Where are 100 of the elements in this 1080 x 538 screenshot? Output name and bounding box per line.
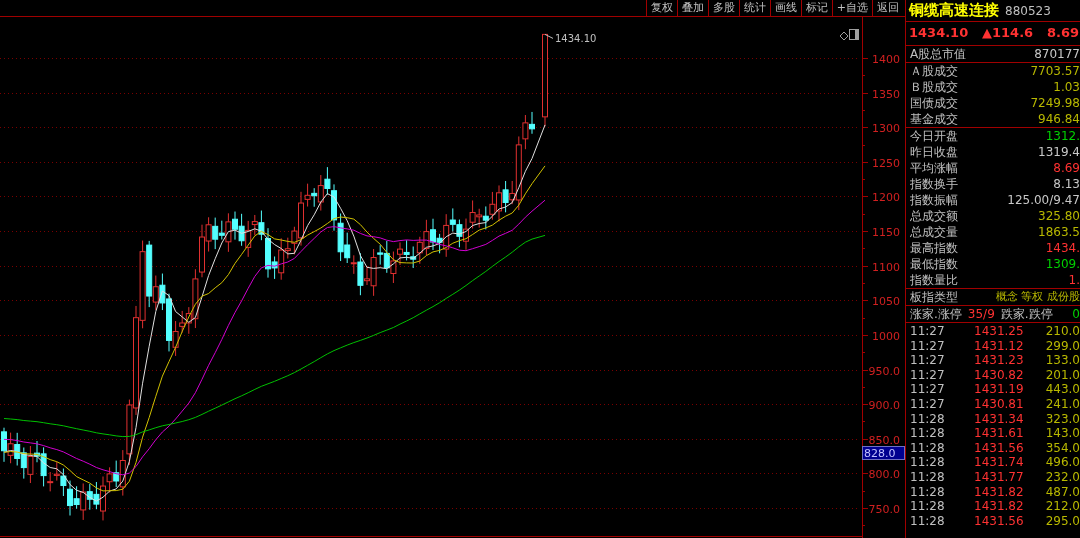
axis-label: 900.0 <box>868 398 900 412</box>
price-marker: 828.0 <box>862 446 905 460</box>
stat-label: 指数振幅 <box>910 192 958 208</box>
stat-value: 125.00/9.47 <box>1007 192 1080 208</box>
index-code: 880523 <box>1005 3 1051 19</box>
stat-value: 1. <box>1068 272 1080 288</box>
axis-label: 1300 <box>872 121 900 135</box>
tick-price: 1431.74 <box>974 455 1025 470</box>
axis-label: 1000 <box>872 329 900 343</box>
tick-price: 1431.34 <box>974 411 1025 427</box>
leader-line <box>544 33 554 39</box>
stat-value: 概念 等权 成份股 <box>996 289 1080 305</box>
change-value: ▲114.6 <box>982 25 1034 42</box>
stat-value: 325.80 <box>1038 208 1080 224</box>
stat-value: 1.03 <box>1053 79 1080 95</box>
high-price-label: 1434.10 <box>555 33 597 45</box>
stat-value: 7249.98 <box>1030 95 1080 111</box>
stat-label: Ａ股成交 <box>910 63 958 79</box>
tick-volume: 496.0 <box>1045 455 1080 470</box>
stat-value: 35/9 <box>967 306 995 322</box>
toolbar-button[interactable]: 统计 <box>738 0 770 16</box>
axis-label: 1050 <box>872 294 900 308</box>
tick-price: 1431.82 <box>974 499 1025 514</box>
panel-toggle-icon[interactable] <box>849 29 859 40</box>
toolbar-button[interactable]: 叠加 <box>676 0 708 16</box>
tick-volume: 323.0 <box>1045 411 1080 427</box>
stat-value: 870177 <box>1034 46 1080 62</box>
stat-value: 8.13 <box>1053 176 1080 192</box>
tick-price: 1430.81 <box>974 396 1025 412</box>
toolbar-button[interactable]: 多股 <box>707 0 739 16</box>
change-percent: 8.69 <box>1046 25 1079 42</box>
stat-label: 昨日收盘 <box>910 144 958 160</box>
tick-volume: 487.0 <box>1045 484 1080 500</box>
diamond-icon[interactable] <box>839 31 849 41</box>
toolbar-button[interactable]: 返回 <box>872 0 903 16</box>
tick-time: 11:27 <box>910 324 946 339</box>
toolbar-button[interactable]: 标记 <box>800 0 832 16</box>
index-name: 铜缆高速连接 <box>909 1 999 19</box>
stat-value: 946.84 <box>1038 111 1080 127</box>
axis-label: 1400 <box>872 52 900 66</box>
stat-label: 指数量比 <box>910 272 958 288</box>
tick-volume: 443.0 <box>1045 382 1080 397</box>
tick-price: 1431.12 <box>974 338 1025 354</box>
stat-label: Ｂ股成交 <box>910 79 958 95</box>
axis-label: 1250 <box>872 156 900 170</box>
tick-volume: 201.0 <box>1045 367 1080 383</box>
toolbar-button[interactable]: 复权 <box>645 0 677 16</box>
stat-value: 7703.57 <box>1030 63 1080 79</box>
stat-value: 1309. <box>1045 256 1080 272</box>
stat-value: 1863.5 <box>1038 224 1080 240</box>
axis-label: 1150 <box>872 225 900 239</box>
tick-time: 11:27 <box>910 338 946 354</box>
tick-price: 1431.56 <box>974 513 1025 529</box>
toolbar-button[interactable]: 画线 <box>769 0 801 16</box>
tick-time: 11:28 <box>910 484 946 500</box>
tick-volume: 295.0 <box>1045 513 1080 529</box>
stat-value: 1312. <box>1045 128 1080 144</box>
stat-value: 1434. <box>1045 240 1080 256</box>
tick-price: 1431.77 <box>974 469 1025 485</box>
tick-volume: 354.0 <box>1045 440 1080 456</box>
tick-price: 1431.82 <box>974 484 1025 500</box>
axis-label: 1100 <box>872 260 900 274</box>
tick-volume: 143.0 <box>1045 426 1080 441</box>
last-price: 1434.10 <box>909 25 969 42</box>
toolbar-button[interactable]: +自选 <box>831 0 872 16</box>
tick-volume: 212.0 <box>1045 499 1080 514</box>
stat-value: 0 <box>1072 306 1080 322</box>
stat-label: 涨家.涨停 <box>910 306 962 322</box>
tick-price: 1430.82 <box>974 367 1025 383</box>
tick-time: 11:27 <box>910 367 946 383</box>
stat-label: 最低指数 <box>910 256 958 272</box>
tick-time: 11:27 <box>910 396 946 412</box>
axis-label: 950.0 <box>868 364 900 378</box>
stat-label: 国债成交 <box>910 95 958 111</box>
axis-label: 1350 <box>872 87 900 101</box>
tick-price: 1431.19 <box>974 382 1025 397</box>
stat-label: 最高指数 <box>910 240 958 256</box>
tick-price: 1431.25 <box>974 324 1025 339</box>
tick-time: 11:28 <box>910 426 946 441</box>
tick-time: 11:27 <box>910 353 946 368</box>
tick-time: 11:28 <box>910 455 946 470</box>
tick-price: 1431.56 <box>974 440 1025 456</box>
axis-label: 800.0 <box>868 467 900 481</box>
tick-time: 11:28 <box>910 499 946 514</box>
axis-label: 1200 <box>872 190 900 204</box>
stat-label: 板指类型 <box>910 289 958 305</box>
stat-label: 跌家.跌停 <box>1000 306 1053 322</box>
tick-time: 11:28 <box>910 440 946 456</box>
stat-value: 8.69 <box>1053 160 1080 176</box>
stat-label: 总成交额 <box>910 208 958 224</box>
tick-time: 11:28 <box>910 513 946 529</box>
stat-value: 1319.4 <box>1038 144 1080 160</box>
tick-price: 1431.61 <box>974 426 1025 441</box>
stat-label: 今日开盘 <box>910 128 958 144</box>
stat-label: A股总市值 <box>910 46 967 62</box>
tick-time: 11:28 <box>910 469 946 485</box>
stat-label: 总成交量 <box>910 224 958 240</box>
tick-volume: 241.0 <box>1045 396 1080 412</box>
tick-price: 1431.23 <box>974 353 1025 368</box>
tick-volume: 210.0 <box>1045 324 1080 339</box>
